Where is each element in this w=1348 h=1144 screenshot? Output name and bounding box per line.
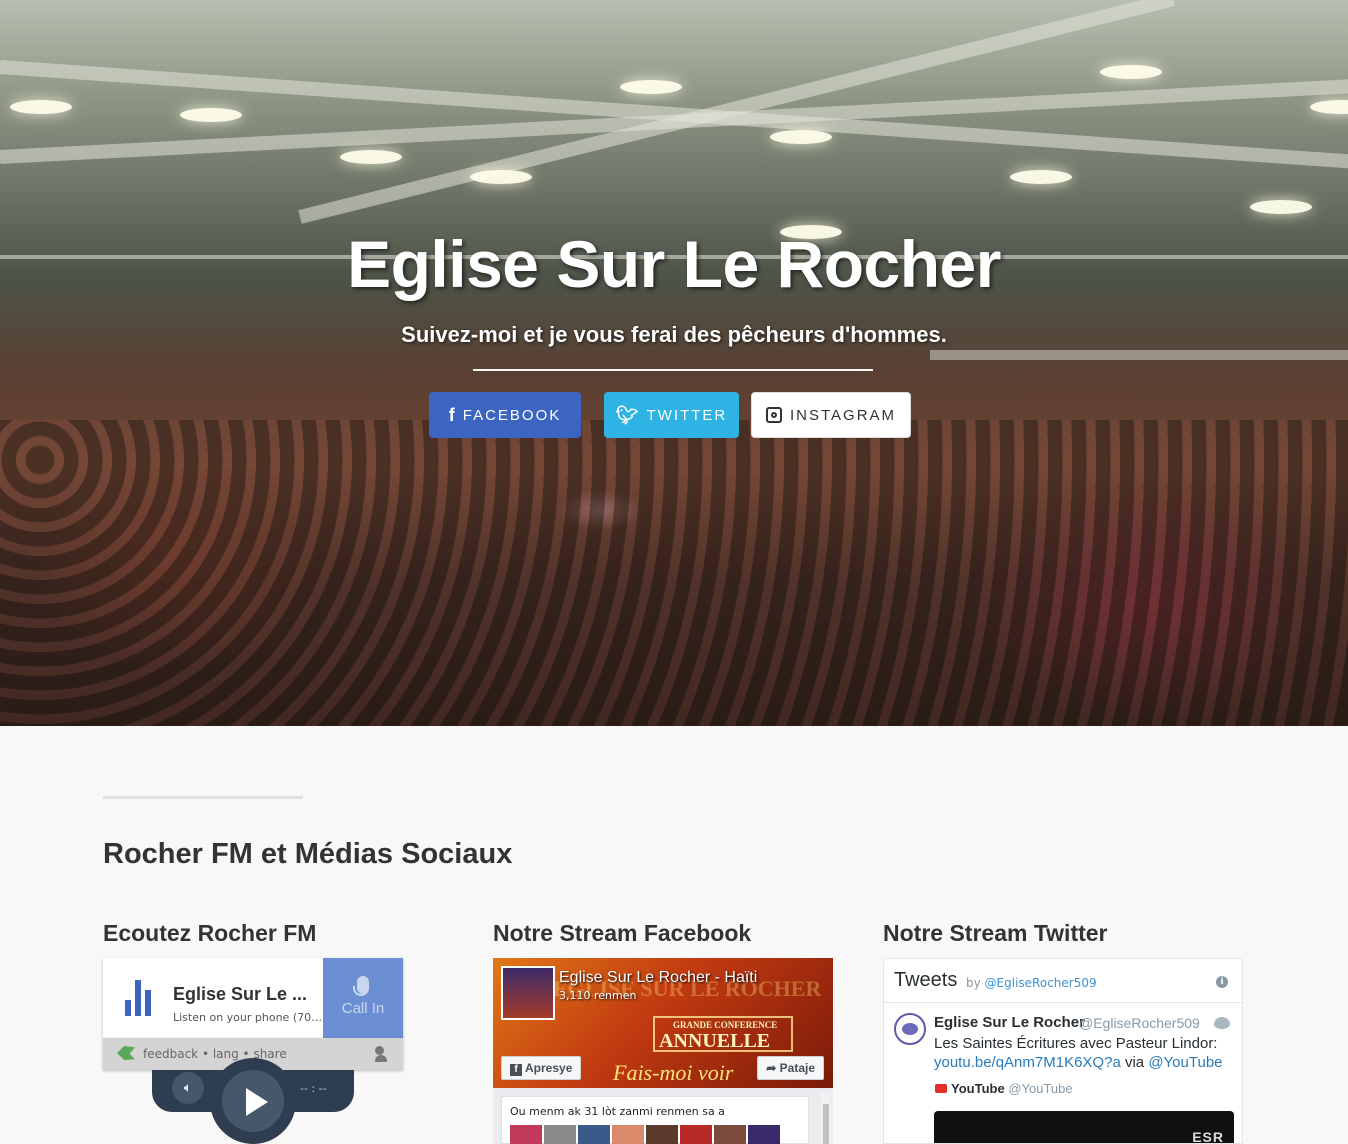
twitter-button-label: TWITTER (646, 406, 728, 424)
ceiling-lamp (470, 170, 532, 184)
facebook-page-widget: EGLISE SUR LE ROCHER GRANDE CONFERENCE A… (493, 958, 833, 1144)
play-button[interactable] (210, 1058, 296, 1144)
cover-script-text: Fais-moi voir (613, 1060, 734, 1085)
by-label: by (966, 976, 981, 990)
share-label: Pataje (779, 1061, 815, 1075)
signal-bars-icon (125, 980, 151, 1016)
ceiling-lamp (10, 100, 72, 114)
facebook-like-button[interactable]: f Apresye (501, 1056, 582, 1080)
ceiling-lamp (770, 130, 832, 144)
facebook-button-label: FACEBOOK (462, 406, 562, 424)
ceiling-lamp (620, 80, 682, 94)
friends-like-text: Ou menm ak 31 lòt zanmi renmen sa a (510, 1105, 725, 1118)
twitter-icon: 🐦︎ (615, 404, 639, 425)
ceiling-lamp (340, 150, 402, 164)
site-title: Eglise Sur Le Rocher (347, 227, 1001, 301)
avatar[interactable] (578, 1125, 610, 1144)
tweet-avatar[interactable] (894, 1013, 926, 1045)
section-divider (103, 796, 303, 799)
share-arrow-icon: ➦ (766, 1061, 780, 1075)
volume-icon[interactable]: 🔈︎ (172, 1072, 204, 1104)
facebook-page-name[interactable]: Eglise Sur Le Rocher - Haïti (559, 969, 757, 987)
call-in-label: Call In (341, 1000, 385, 1017)
youtube-icon (935, 1084, 947, 1093)
balcony-rail (930, 350, 1348, 360)
user-settings-icon[interactable] (375, 1046, 393, 1062)
instagram-icon (765, 407, 782, 423)
play-icon (222, 1070, 284, 1132)
avatar[interactable] (714, 1125, 746, 1144)
avatar[interactable] (510, 1125, 542, 1144)
tweet-handle[interactable]: @EgliseRocher509 (1079, 1015, 1200, 1031)
twitter-column-title: Notre Stream Twitter (883, 920, 1108, 946)
facebook-likes: 3,110 renmen (559, 989, 637, 1002)
station-name: Eglise Sur Le ... (173, 984, 308, 1004)
avatar[interactable] (748, 1125, 780, 1144)
feed-scrollbar[interactable] (821, 1092, 831, 1144)
facebook-icon: f (448, 404, 455, 425)
tweets-by: by @EgliseRocher509 (966, 976, 1097, 990)
ceiling-lamp (1310, 100, 1348, 114)
fm-column-title: Ecoutez Rocher FM (103, 920, 317, 946)
facebook-cover[interactable]: EGLISE SUR LE ROCHER GRANDE CONFERENCE A… (493, 958, 833, 1088)
facebook-icon: f (510, 1064, 522, 1076)
ceiling-lamp (1250, 200, 1312, 214)
facebook-button[interactable]: f FACEBOOK (429, 392, 581, 438)
tweet-mention[interactable]: @YouTube (1148, 1054, 1222, 1071)
card-source[interactable]: YouTube @YouTube (935, 1081, 1073, 1096)
facebook-post: Ou menm ak 31 lòt zanmi renmen sa a (501, 1096, 809, 1144)
station-description: Listen on your phone (70… (173, 1011, 323, 1024)
ceiling-lamp (1010, 170, 1072, 184)
page-avatar[interactable] (501, 966, 555, 1020)
friend-avatars (510, 1125, 780, 1144)
tweet-via: via (1124, 1054, 1145, 1071)
avatar[interactable] (544, 1125, 576, 1144)
ceiling-lamp (1100, 65, 1162, 79)
ceiling-lamp (180, 108, 242, 122)
radio-card[interactable]: Eglise Sur Le ... Listen on your phone (… (103, 958, 403, 1038)
player-time: -- : -- (300, 1082, 327, 1095)
tweet-media[interactable]: ESR (934, 1111, 1234, 1144)
info-icon[interactable]: i (1216, 976, 1228, 988)
hero-banner: Eglise Sur Le Rocher Suivez-moi et je vo… (0, 0, 1348, 726)
twitter-header: Tweets by @EgliseRocher509 i (884, 959, 1242, 1003)
tweet-author[interactable]: Eglise Sur Le Rocher (934, 1014, 1085, 1031)
call-in-button[interactable]: Call In (323, 958, 403, 1038)
tweet-text: Les Saintes Écritures avec Pasteur Lindo… (934, 1034, 1234, 1072)
hero-divider (473, 369, 873, 371)
facebook-feed: Ou menm ak 31 lòt zanmi renmen sa a (493, 1088, 833, 1144)
section-title: Rocher FM et Médias Sociaux (103, 838, 513, 870)
card-source-handle: @YouTube (1008, 1081, 1073, 1096)
microphone-icon (353, 976, 369, 996)
avatar[interactable] (646, 1125, 678, 1144)
card-source-name: YouTube (951, 1081, 1005, 1096)
facebook-share-button[interactable]: ➦ Pataje (757, 1056, 824, 1080)
site-tagline: Suivez-moi et je vous ferai des pêcheurs… (401, 322, 947, 347)
radio-widget: Eglise Sur Le ... Listen on your phone (… (103, 958, 403, 1070)
facebook-column-title: Notre Stream Facebook (493, 920, 752, 946)
instagram-button-label: INSTAGRAM (789, 406, 897, 424)
crowd (0, 420, 1348, 726)
instagram-button[interactable]: INSTAGRAM (751, 392, 911, 438)
leaf-logo-icon (117, 1046, 135, 1060)
twitter-timeline-widget: Tweets by @EgliseRocher509 i Eglise Sur … (883, 958, 1243, 1144)
media-label: ESR (1192, 1129, 1224, 1144)
timeline-handle-link[interactable]: @EgliseRocher509 (985, 976, 1097, 990)
cover-big-text: ANNUELLE (659, 1030, 771, 1052)
avatar[interactable] (680, 1125, 712, 1144)
twitter-bird-icon[interactable] (1214, 1017, 1230, 1029)
tweet-link[interactable]: youtu.be/qAnm7M1K6XQ?a (934, 1054, 1121, 1071)
tweets-title: Tweets (894, 969, 958, 991)
like-label: Apresye (525, 1061, 573, 1075)
tweet-body: Les Saintes Écritures avec Pasteur Lindo… (934, 1035, 1218, 1052)
cover-small-text: GRANDE CONFERENCE (673, 1020, 778, 1030)
avatar[interactable] (612, 1125, 644, 1144)
twitter-button[interactable]: 🐦︎ TWITTER (604, 392, 739, 438)
